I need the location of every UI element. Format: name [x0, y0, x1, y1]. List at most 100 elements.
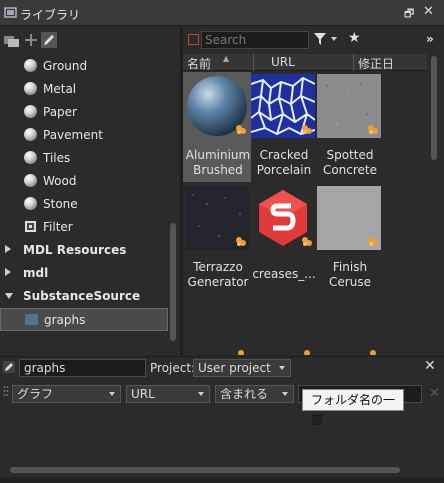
- column-separator[interactable]: [253, 54, 254, 71]
- tree-toolbar: [0, 27, 180, 53]
- asset-name: creases_...: [252, 267, 316, 281]
- substance-badge-icon: [304, 350, 310, 355]
- expand-arrow-icon[interactable]: [5, 245, 11, 253]
- column-separator[interactable]: [353, 54, 354, 71]
- folder-icon: [25, 314, 38, 325]
- tree-item-label: graphs: [44, 313, 86, 327]
- folder-name-input[interactable]: graphs: [19, 359, 146, 377]
- sphere-icon: [24, 151, 37, 164]
- substance-badge-icon: [368, 125, 378, 134]
- project-select[interactable]: User project: [193, 359, 291, 377]
- close-icon[interactable]: ✕: [424, 358, 436, 374]
- tree-scrollbar[interactable]: [168, 55, 178, 345]
- column-header: 名前 ▲ URL 修正日: [183, 54, 427, 71]
- sphere-icon: [24, 105, 37, 118]
- sort-arrow-icon: ▲: [223, 54, 230, 63]
- library-tree: Ground Metal Paper Pavement Tiles Wood S…: [0, 55, 180, 355]
- sphere-icon: [24, 59, 37, 72]
- search-input[interactable]: Search: [201, 31, 309, 49]
- pen-icon[interactable]: [3, 361, 15, 373]
- sphere-icon: [24, 174, 37, 187]
- expand-arrow-icon[interactable]: [5, 268, 11, 276]
- asset-scrollbar[interactable]: [428, 54, 440, 354]
- library-icon: [4, 7, 17, 18]
- substance-badge-icon: [370, 350, 376, 355]
- path-bar: graphs Project: User project: [0, 356, 444, 378]
- tree-item-mdl[interactable]: mdl: [0, 262, 168, 285]
- remove-filter-icon[interactable]: ✕: [429, 386, 440, 401]
- tree-item-label: Paper: [43, 105, 77, 119]
- chevron-down-icon: [198, 392, 204, 396]
- tree-item-stone[interactable]: Stone: [0, 193, 168, 216]
- tree-item-pavement[interactable]: Pavement: [0, 124, 168, 147]
- restore-icon[interactable]: 🗗: [404, 5, 418, 20]
- tree-item-label: Filter: [43, 220, 73, 234]
- folders-icon[interactable]: [3, 31, 21, 49]
- scrollbar-thumb[interactable]: [431, 56, 437, 160]
- asset-tile-cracked-porcelain[interactable]: Cracked Porcelain: [249, 72, 315, 182]
- tree-item-label: mdl: [23, 266, 49, 280]
- panel-title: ライブラリ: [20, 8, 81, 22]
- sphere-icon: [24, 82, 37, 95]
- filter-icon[interactable]: [313, 32, 327, 46]
- drag-handle-icon[interactable]: [3, 385, 9, 399]
- tree-item-label: Ground: [43, 59, 88, 73]
- panel-bottom-edge: [0, 477, 444, 483]
- substance-badge-icon: [302, 125, 312, 134]
- tree-item-label: Metal: [43, 82, 77, 96]
- filter-operator-select[interactable]: 含まれる: [215, 385, 294, 403]
- tree-item-label: Wood: [43, 174, 77, 188]
- chevron-down-icon: [279, 366, 285, 370]
- asset-toolbar: Search ★ »: [183, 27, 444, 53]
- asset-name: Spotted Concrete: [322, 148, 378, 177]
- tree-item-ground[interactable]: Ground: [0, 55, 168, 78]
- tree-item-paper[interactable]: Paper: [0, 101, 168, 124]
- tree-item-tiles[interactable]: Tiles: [0, 147, 168, 170]
- tree-item-wood[interactable]: Wood: [0, 170, 168, 193]
- tree-item-substancesource[interactable]: SubstanceSource: [0, 285, 168, 308]
- star-icon[interactable]: ★: [348, 30, 361, 46]
- asset-name: Aluminium Brushed: [185, 148, 251, 177]
- chevron-down-icon: [282, 392, 288, 396]
- column-modified[interactable]: 修正日: [358, 55, 394, 72]
- tree-item-metal[interactable]: Metal: [0, 78, 168, 101]
- tree-item-filter[interactable]: Filter: [0, 216, 168, 239]
- asset-tile-terrazzo-generator[interactable]: Terrazzo Generator: [183, 184, 249, 294]
- asset-tile-creases[interactable]: creases_...: [249, 184, 316, 294]
- substance-badge-icon: [236, 125, 246, 134]
- chevron-down-icon[interactable]: [331, 37, 337, 41]
- edit-icon[interactable]: [40, 31, 58, 49]
- horizontal-scrollbar[interactable]: [8, 465, 428, 475]
- substance-badge-icon: [368, 237, 378, 246]
- asset-tile-aluminium-brushed[interactable]: Aluminium Brushed: [183, 72, 251, 182]
- tree-item-graphs[interactable]: graphs: [0, 308, 168, 331]
- tree-item-mdl-resources[interactable]: MDL Resources: [0, 239, 168, 262]
- overflow-icon[interactable]: »: [426, 32, 434, 46]
- substance-badge-icon: [236, 237, 246, 246]
- external-link-icon[interactable]: [188, 34, 199, 45]
- sphere-icon: [24, 197, 37, 210]
- scrollbar-thumb[interactable]: [10, 467, 400, 473]
- column-name[interactable]: 名前: [187, 55, 211, 72]
- asset-tile-finish-ceruse[interactable]: Finish Ceruse: [315, 184, 381, 294]
- filter-value-tooltip: フォルダ名の一部: [302, 389, 404, 427]
- add-icon[interactable]: [22, 31, 40, 49]
- asset-name: Finish Ceruse: [329, 260, 371, 289]
- scrollbar-thumb[interactable]: [170, 223, 176, 341]
- column-url[interactable]: URL: [271, 55, 295, 69]
- asset-name: Terrazzo Generator: [187, 260, 249, 289]
- sphere-icon: [24, 128, 37, 141]
- project-label: Project:: [150, 361, 196, 375]
- substance-badge-icon: [302, 237, 312, 246]
- collapse-arrow-icon[interactable]: [5, 293, 13, 299]
- filter-type-select[interactable]: URL: [126, 385, 210, 403]
- asset-grid: Aluminium Brushed Cracked Porcelain Spotte…: [183, 72, 427, 355]
- close-icon[interactable]: ✕: [423, 4, 437, 19]
- tree-item-label: MDL Resources: [23, 243, 127, 257]
- asset-name: Cracked Porcelain: [256, 148, 312, 177]
- substance-badge-icon: [238, 350, 244, 355]
- asset-tile-spotted-concrete[interactable]: Spotted Concrete: [315, 72, 381, 182]
- tree-item-label: Tiles: [43, 151, 71, 165]
- tree-item-label: SubstanceSource: [23, 289, 141, 303]
- filter-field-select[interactable]: グラフ: [12, 385, 121, 403]
